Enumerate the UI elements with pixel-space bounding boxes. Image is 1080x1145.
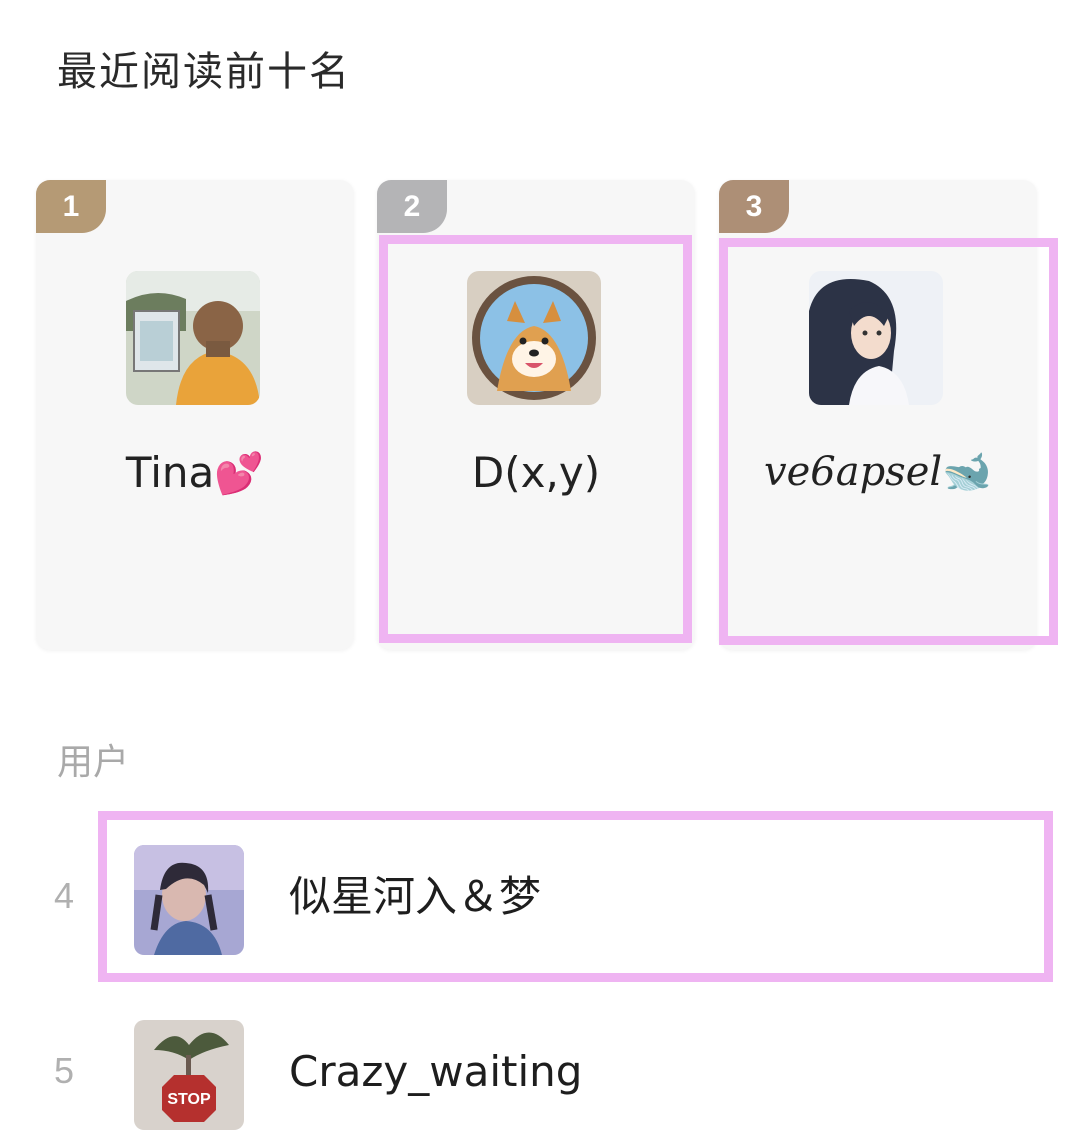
row-rank: 5 xyxy=(54,1050,75,1091)
list-item[interactable]: 5 STOP Crazy_waiting xyxy=(0,1020,1080,1130)
list-item[interactable]: 4 似星河入＆梦 xyxy=(0,845,1080,955)
rank-badge-1: 1 xyxy=(36,180,106,233)
avatar[interactable] xyxy=(134,845,244,955)
hearts-emoji-icon: 💕 xyxy=(214,451,265,497)
avatar[interactable] xyxy=(126,271,260,405)
avatar[interactable] xyxy=(467,271,601,405)
card-name-3[interactable]: ve6apsel🐋 xyxy=(719,448,1037,495)
svg-text:STOP: STOP xyxy=(167,1091,211,1108)
avatar[interactable] xyxy=(809,271,943,405)
podium-card-2[interactable]: 2 D(x,y) xyxy=(377,180,695,650)
whale-emoji-icon: 🐋 xyxy=(942,449,992,495)
section-title: 最近阅读前十名 xyxy=(57,49,351,95)
avatar[interactable]: STOP xyxy=(134,1020,244,1130)
rank-badge-3: 3 xyxy=(719,180,789,233)
podium-card-1[interactable]: 1 Tina💕 xyxy=(36,180,354,650)
row-name[interactable]: Crazy_waiting xyxy=(289,1042,582,1102)
card-name-2[interactable]: D(x,y) xyxy=(377,448,695,497)
users-group-label: 用户 xyxy=(57,742,130,783)
podium-card-3[interactable]: 3 ve6apsel🐋 xyxy=(719,180,1037,650)
card-name-1[interactable]: Tina💕 xyxy=(36,448,354,497)
row-rank: 4 xyxy=(54,875,75,916)
row-name[interactable]: 似星河入＆梦 xyxy=(289,867,541,927)
rank-badge-2: 2 xyxy=(377,180,447,233)
